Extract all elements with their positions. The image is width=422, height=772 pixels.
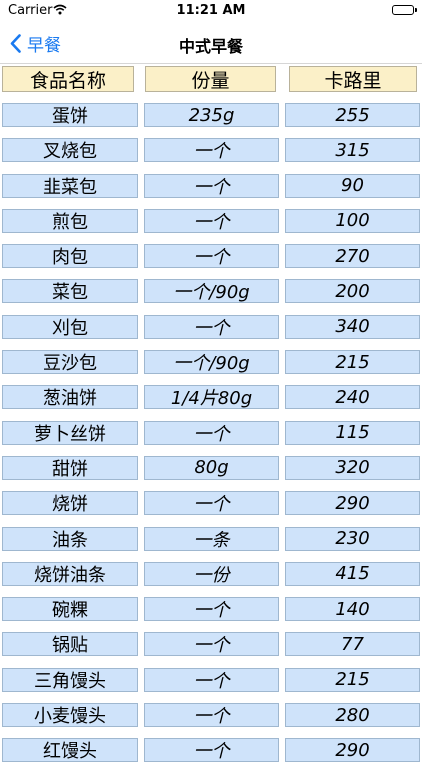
table-row[interactable]: 豆沙包 一个/90g 215 — [0, 348, 422, 383]
header-calories: 卡路里 — [289, 66, 417, 92]
food-name-cell: 葱油饼 — [2, 385, 138, 410]
table-row[interactable]: 肉包 一个 270 — [0, 242, 422, 277]
calories-cell: 340 — [285, 314, 420, 339]
table-row[interactable]: 锅贴 一个 77 — [0, 630, 422, 665]
food-name-cell: 小麦馒头 — [2, 703, 138, 728]
navigation-bar: 早餐 中式早餐 — [0, 22, 422, 64]
table-row[interactable]: 蛋饼 235g 255 — [0, 101, 422, 136]
calories-cell: 315 — [285, 138, 420, 163]
portion-cell: 一个 — [144, 738, 279, 763]
table-row[interactable]: 小麦馒头 一个 280 — [0, 701, 422, 736]
calories-cell: 230 — [285, 526, 420, 551]
portion-cell: 一份 — [144, 561, 279, 586]
calories-cell: 215 — [285, 667, 420, 692]
food-name-cell: 韭菜包 — [2, 173, 138, 198]
calories-cell: 255 — [285, 103, 420, 127]
portion-cell: 一个 — [144, 667, 279, 692]
table-row[interactable]: 葱油饼 1/4片80g 240 — [0, 383, 422, 418]
calories-cell: 200 — [285, 279, 420, 304]
table-row[interactable]: 碗粿 一个 140 — [0, 595, 422, 630]
food-name-cell: 碗粿 — [2, 597, 138, 622]
calories-cell: 240 — [285, 385, 420, 410]
food-name-cell: 蛋饼 — [2, 103, 138, 127]
food-name-cell: 肉包 — [2, 244, 138, 269]
portion-cell: 1/4片80g — [144, 385, 279, 410]
food-name-cell: 萝卜丝饼 — [2, 420, 138, 445]
calories-cell: 290 — [285, 491, 420, 516]
portion-cell: 一个 — [144, 208, 279, 233]
page-title: 中式早餐 — [178, 37, 243, 56]
food-name-cell: 菜包 — [2, 279, 138, 304]
food-name-cell: 三角馒头 — [2, 667, 138, 692]
food-name-cell: 煎包 — [2, 208, 138, 233]
calories-cell: 290 — [285, 738, 420, 763]
portion-cell: 一个 — [144, 314, 279, 339]
table-row[interactable]: 菜包 一个/90g 200 — [0, 277, 422, 312]
table-header: 食品名称 份量 卡路里 — [0, 66, 422, 92]
calories-cell: 415 — [285, 561, 420, 586]
table-row[interactable]: 刈包 一个 340 — [0, 313, 422, 348]
food-name-cell: 豆沙包 — [2, 350, 138, 375]
calories-cell: 215 — [285, 350, 420, 375]
food-name-cell: 红馒头 — [2, 738, 138, 763]
header-food-name: 食品名称 — [2, 66, 134, 92]
portion-cell: 一个/90g — [144, 279, 279, 304]
food-name-cell: 烧饼 — [2, 491, 138, 516]
portion-cell: 一个/90g — [144, 350, 279, 375]
calories-cell: 140 — [285, 597, 420, 622]
food-name-cell: 叉烧包 — [2, 138, 138, 163]
calories-cell: 77 — [285, 632, 420, 657]
food-name-cell: 油条 — [2, 526, 138, 551]
table-row[interactable]: 油条 一条 230 — [0, 525, 422, 560]
portion-cell: 一个 — [144, 491, 279, 516]
food-name-cell: 刈包 — [2, 314, 138, 339]
table-row[interactable]: 煎包 一个 100 — [0, 207, 422, 242]
calories-cell: 100 — [285, 208, 420, 233]
calories-cell: 320 — [285, 455, 420, 480]
food-table[interactable]: 蛋饼 235g 255 叉烧包 一个 315 韭菜包 一个 90 煎包 一个 100 肉包 一个 270 菜包… — [0, 101, 422, 772]
portion-cell: 80g — [144, 455, 279, 480]
calories-cell: 90 — [285, 173, 420, 198]
portion-cell: 一条 — [144, 526, 279, 551]
table-row[interactable]: 三角馒头 一个 215 — [0, 666, 422, 701]
portion-cell: 235g — [144, 103, 279, 127]
portion-cell: 一个 — [144, 420, 279, 445]
status-bar: Carrier 11:21 AM — [0, 0, 422, 22]
table-row[interactable]: 红馒头 一个 290 — [0, 736, 422, 771]
food-name-cell: 烧饼油条 — [2, 561, 138, 586]
calories-cell: 280 — [285, 703, 420, 728]
portion-cell: 一个 — [144, 597, 279, 622]
portion-cell: 一个 — [144, 703, 279, 728]
table-row[interactable]: 叉烧包 一个 315 — [0, 136, 422, 171]
battery-icon — [392, 5, 417, 15]
header-portion: 份量 — [145, 66, 276, 92]
portion-cell: 一个 — [144, 244, 279, 269]
table-row[interactable]: 韭菜包 一个 90 — [0, 172, 422, 207]
table-row[interactable]: 萝卜丝饼 一个 115 — [0, 419, 422, 454]
calories-cell: 270 — [285, 244, 420, 269]
calories-cell: 115 — [285, 420, 420, 445]
food-name-cell: 甜饼 — [2, 455, 138, 480]
table-row[interactable]: 甜饼 80g 320 — [0, 454, 422, 489]
portion-cell: 一个 — [144, 632, 279, 657]
portion-cell: 一个 — [144, 138, 279, 163]
clock: 11:21 AM — [176, 3, 246, 18]
table-row[interactable]: 烧饼 一个 290 — [0, 489, 422, 524]
food-name-cell: 锅贴 — [2, 632, 138, 657]
table-row[interactable]: 烧饼油条 一份 415 — [0, 560, 422, 595]
portion-cell: 一个 — [144, 173, 279, 198]
